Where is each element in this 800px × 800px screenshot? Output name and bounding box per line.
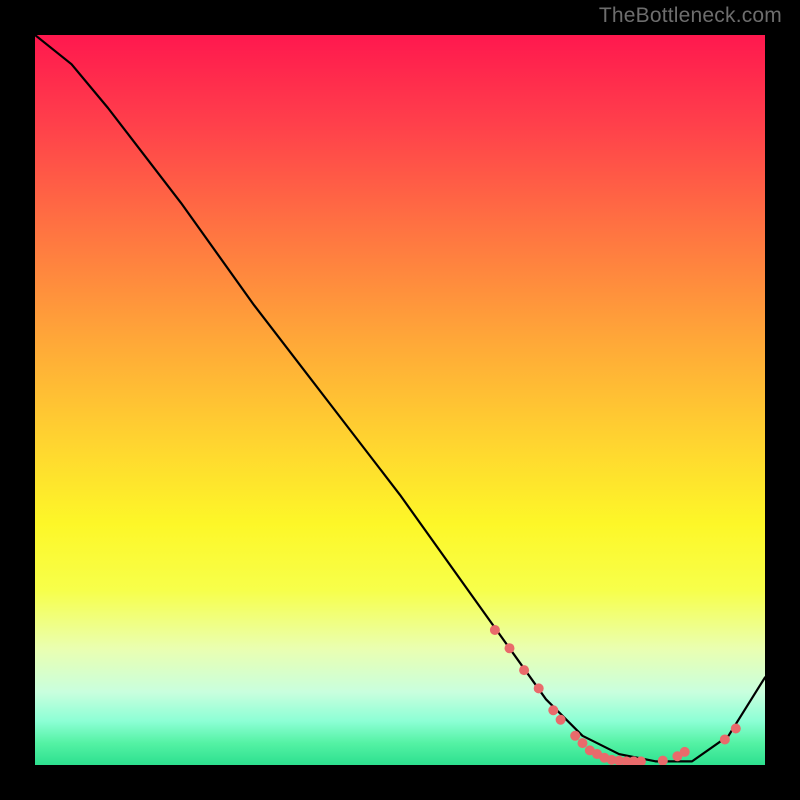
highlight-dot	[519, 665, 529, 675]
curve-layer	[35, 35, 765, 765]
highlight-dot	[548, 705, 558, 715]
watermark-text: TheBottleneck.com	[599, 4, 782, 28]
highlight-dot	[534, 683, 544, 693]
plot-area	[35, 35, 765, 765]
highlight-dot	[578, 738, 588, 748]
highlight-dot	[720, 734, 730, 744]
highlight-dot	[570, 731, 580, 741]
chart-container: TheBottleneck.com	[0, 0, 800, 800]
series-line	[35, 35, 765, 761]
chart-line	[35, 35, 765, 761]
highlight-dot	[490, 625, 500, 635]
highlight-dot	[505, 643, 515, 653]
chart-markers	[490, 625, 741, 765]
highlight-dot	[658, 756, 668, 765]
highlight-dot	[680, 747, 690, 757]
highlight-dot	[556, 715, 566, 725]
highlight-dot	[731, 724, 741, 734]
